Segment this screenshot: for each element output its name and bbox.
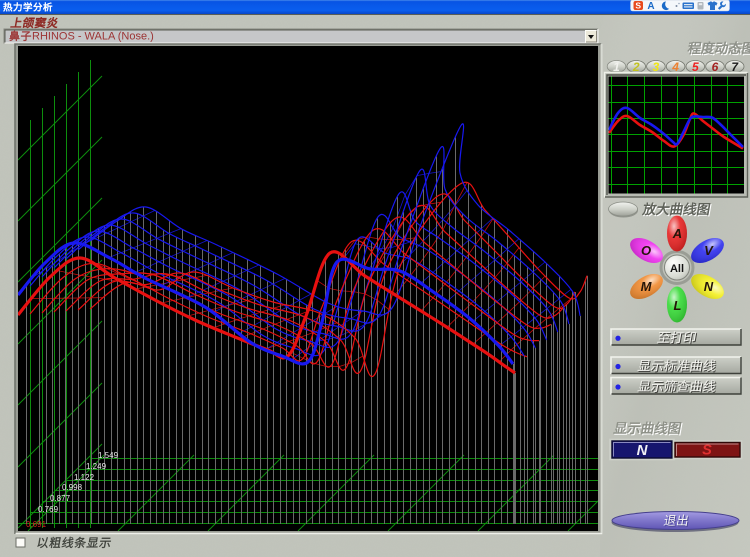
svg-text:2: 2 — [632, 60, 640, 74]
svg-text:3: 3 — [653, 60, 660, 74]
svg-text:O: O — [641, 243, 651, 258]
svg-text:RHINOS - WALA (Nose.): RHINOS - WALA (Nose.) — [32, 31, 154, 43]
svg-text:N: N — [704, 279, 714, 294]
svg-text:5: 5 — [692, 60, 699, 74]
svg-text:All: All — [670, 263, 684, 275]
svg-text:S: S — [635, 1, 641, 11]
svg-text:1: 1 — [613, 60, 620, 74]
svg-text:1.249: 1.249 — [86, 462, 107, 471]
svg-text:L: L — [674, 298, 682, 313]
svg-text:1.549: 1.549 — [98, 451, 119, 460]
svg-text:1.122: 1.122 — [74, 473, 95, 482]
svg-text:A: A — [647, 1, 654, 12]
svg-text:0.998: 0.998 — [62, 483, 83, 492]
svg-text:N: N — [637, 442, 649, 459]
svg-text:0.691: 0.691 — [26, 520, 47, 529]
svg-text:V: V — [704, 243, 714, 258]
svg-text:0.769: 0.769 — [38, 505, 59, 514]
svg-text:M: M — [641, 279, 653, 294]
svg-text:6: 6 — [712, 60, 719, 74]
svg-text:A: A — [672, 226, 682, 241]
svg-text:0.877: 0.877 — [50, 494, 71, 503]
svg-text:S: S — [702, 443, 712, 459]
svg-text:4: 4 — [671, 60, 679, 74]
